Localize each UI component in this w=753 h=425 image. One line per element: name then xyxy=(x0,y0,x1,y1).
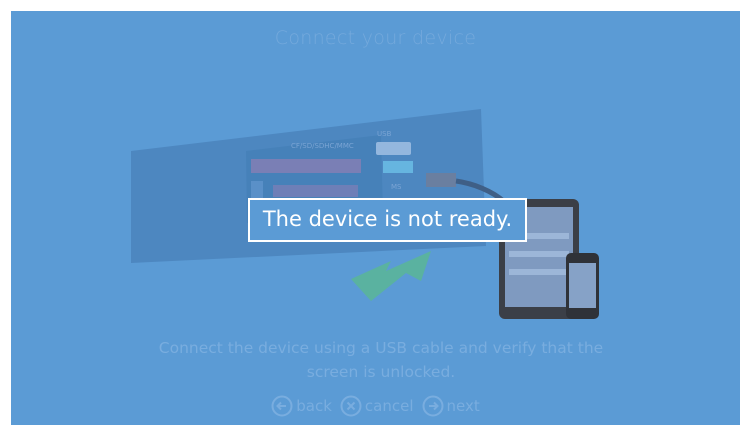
ms-card-slot xyxy=(273,185,358,197)
cancel-button[interactable]: cancel xyxy=(340,395,414,417)
instruction-text: Connect the device using a USB cable and… xyxy=(111,336,651,384)
port-label-memory: CF/SD/SDHC/MMC xyxy=(291,142,354,150)
usb-port-highlight xyxy=(383,161,413,173)
cancel-x-icon xyxy=(340,395,362,417)
port-label-ms: MS xyxy=(391,183,402,191)
usb-plug xyxy=(426,173,456,187)
green-arrow-icon xyxy=(351,251,431,301)
next-label: next xyxy=(446,397,480,415)
back-label: back xyxy=(296,397,332,415)
back-button[interactable]: back xyxy=(271,395,332,417)
memory-card-slot xyxy=(251,159,361,173)
usb-port xyxy=(376,142,411,155)
instruction-line-1: Connect the device using a USB cable and… xyxy=(158,339,604,357)
port-label-usb: USB xyxy=(377,130,392,138)
error-message-box: The device is not ready. xyxy=(248,198,527,242)
next-arrow-icon xyxy=(422,395,443,417)
navigation-bar: back cancel next xyxy=(11,395,740,417)
cancel-label: cancel xyxy=(364,397,414,415)
instruction-line-2: screen is unlocked. xyxy=(306,363,456,381)
next-button[interactable]: next xyxy=(422,395,480,417)
screen: Connect your device CF/SD/SDHC/MMC USB M… xyxy=(11,11,740,425)
back-arrow-icon xyxy=(271,395,293,417)
